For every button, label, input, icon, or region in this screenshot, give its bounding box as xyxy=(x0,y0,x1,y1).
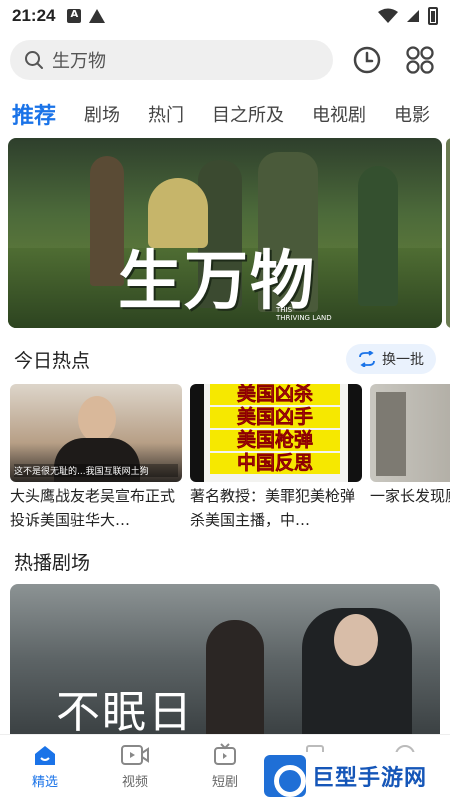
category-tabs: 推荐 剧场 热门 目之所及 电视剧 电影 xyxy=(0,92,450,136)
today-hot-title: 今日热点 xyxy=(14,349,91,372)
drama-face xyxy=(334,614,378,666)
nav-label: 短剧 xyxy=(211,775,238,790)
watermark-text: 巨型手游网 xyxy=(312,766,428,791)
refresh-label: 换一批 xyxy=(382,352,424,368)
hot-card[interactable]: 美国凶杀 美国凶手 美国枪弹 中国反思 著名教授：美罪犯美枪弹杀美国主播，中… xyxy=(190,384,362,534)
hot-title: 著名教授：美罪犯美枪弹杀美国主播，中… xyxy=(190,487,356,529)
hot-title: 大头鹰战友老吴宣布正式投诉美国驻华大… xyxy=(10,487,176,529)
nav-label: 精选 xyxy=(31,775,58,790)
tab-theater[interactable]: 剧场 xyxy=(84,101,120,127)
hot-thumbnail: 美国凶杀 美国凶手 美国枪弹 中国反思 xyxy=(190,384,362,482)
status-time: 21:24 xyxy=(12,6,56,25)
battery-icon xyxy=(428,7,438,25)
hero-subtitle: THIS THRIVING LAND xyxy=(276,306,332,322)
drama-figure-woman xyxy=(206,620,264,734)
watermark: 巨型手游网 xyxy=(260,752,450,800)
overlay-line: 中国反思 xyxy=(210,452,340,474)
hero-subtitle-line1: THIS xyxy=(276,306,293,314)
hot-thumb-caption: 这不是很无耻的...我国互联网土狗 xyxy=(14,464,178,477)
video-icon xyxy=(121,745,149,765)
cabinet-shape xyxy=(376,392,406,476)
overlay-line: 美国枪弹 xyxy=(210,429,340,451)
tab-tv-series[interactable]: 电视剧 xyxy=(312,101,366,127)
hot-drama-title: 热播剧场 xyxy=(14,552,91,574)
grid-icon xyxy=(406,46,434,74)
tab-recommend[interactable]: 推荐 xyxy=(12,98,56,130)
no-sim-icon xyxy=(407,10,419,22)
nav-short-drama[interactable]: 短剧 xyxy=(180,743,270,790)
nav-label: 视频 xyxy=(121,775,148,790)
tab-hot[interactable]: 热门 xyxy=(148,101,184,127)
overlay-line: 美国凶手 xyxy=(210,406,340,428)
watermark-logo-icon xyxy=(264,755,306,797)
search-placeholder: 生万物 xyxy=(52,51,106,72)
hot-title: 一家长发现厕所，洗… xyxy=(370,487,450,505)
hot-drama-header: 热播剧场 xyxy=(0,548,450,575)
history-button[interactable] xyxy=(347,40,386,80)
warning-icon xyxy=(89,9,106,23)
tv-icon xyxy=(214,743,236,765)
nav-video[interactable]: 视频 xyxy=(90,743,180,790)
next-banner-peek[interactable] xyxy=(446,138,450,328)
thumb-overlay-text: 美国凶杀 美国凶手 美国枪弹 中国反思 xyxy=(210,384,340,476)
status-bar: 21:24 xyxy=(0,0,450,32)
home-icon xyxy=(35,746,55,765)
tab-where-eyes-reach[interactable]: 目之所及 xyxy=(212,101,284,127)
drama-banner[interactable]: 不眠日 xyxy=(10,584,440,734)
person-head xyxy=(78,396,116,442)
drama-banner-title: 不眠日 xyxy=(56,687,194,734)
search-row: 生万物 xyxy=(10,40,440,80)
hero-banner[interactable]: 生万物 THIS THRIVING LAND xyxy=(8,138,442,328)
refresh-icon xyxy=(359,351,375,367)
today-hot-list: 这不是很无耻的...我国互联网土狗 大头鹰战友老吴宣布正式投诉美国驻华大… 美国… xyxy=(10,384,450,534)
clock-icon xyxy=(353,46,381,74)
search-input[interactable]: 生万物 xyxy=(10,40,334,80)
hot-card[interactable]: 这不是很无耻的...我国互联网土狗 大头鹰战友老吴宣布正式投诉美国驻华大… xyxy=(10,384,182,534)
hero-subtitle-line2: THRIVING LAND xyxy=(276,314,332,322)
today-hot-header: 今日热点 换一批 xyxy=(0,344,450,374)
search-icon xyxy=(25,51,43,69)
refresh-button[interactable]: 换一批 xyxy=(346,344,436,374)
hot-thumbnail: 这不是很无耻的...我国互联网土狗 xyxy=(10,384,182,482)
overlay-line: 美国凶杀 xyxy=(210,384,340,405)
hot-card[interactable]: 一家长发现厕所，洗… xyxy=(370,384,450,534)
wifi-icon xyxy=(378,8,398,23)
hot-thumbnail xyxy=(370,384,450,482)
nav-featured[interactable]: 精选 xyxy=(0,743,90,790)
hero-figure-4 xyxy=(358,166,398,306)
accessibility-icon xyxy=(67,9,82,23)
category-button[interactable] xyxy=(401,40,440,80)
tab-movie[interactable]: 电影 xyxy=(394,101,430,127)
